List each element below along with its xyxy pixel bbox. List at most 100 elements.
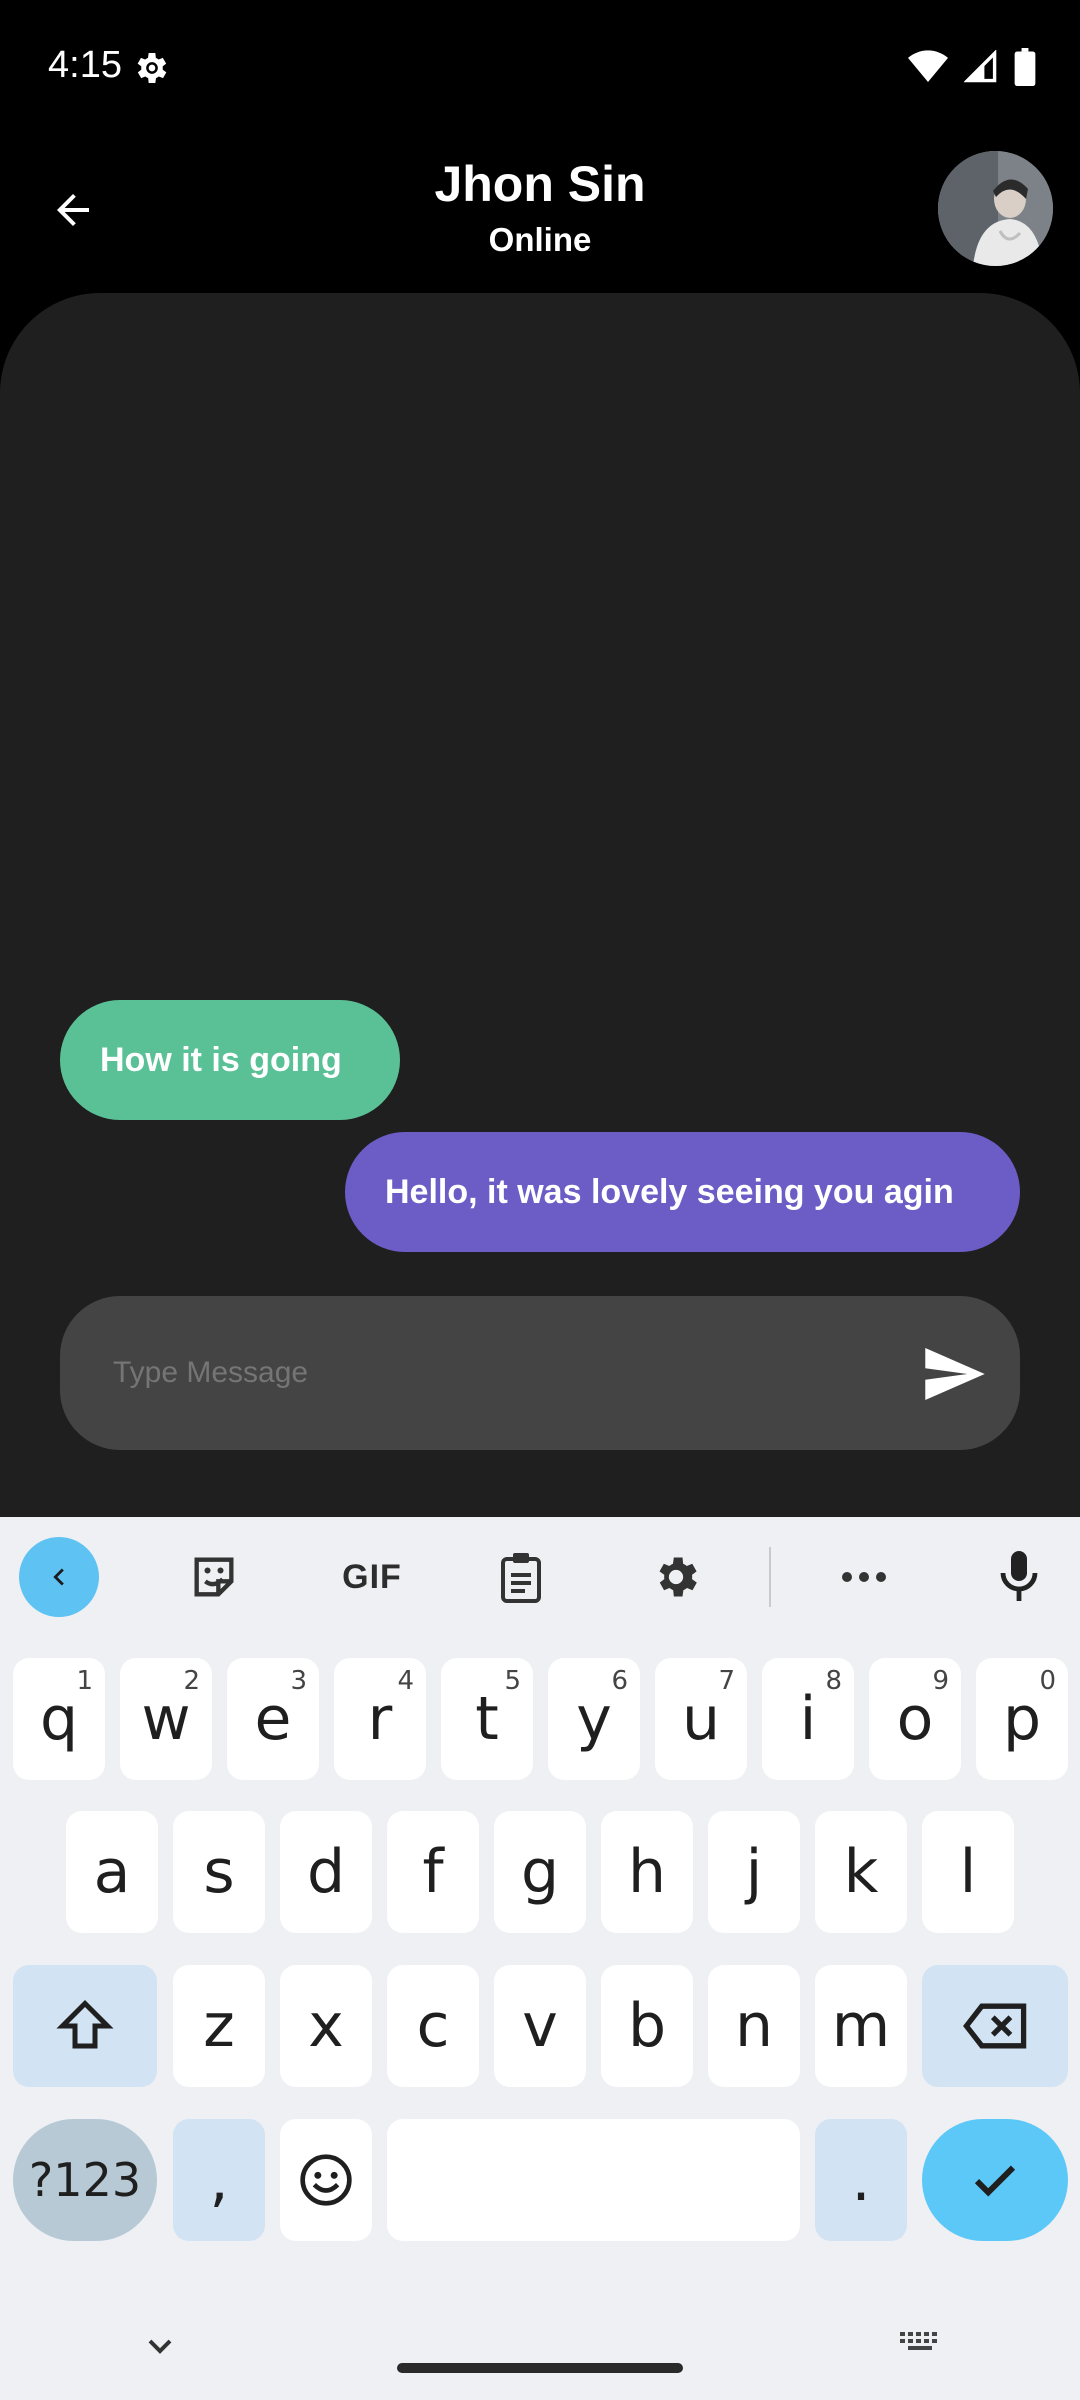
key-number-hint: 1 [76,1666,93,1696]
key-v[interactable]: v [494,1965,586,2087]
key-label: b [627,1991,667,2061]
key-c[interactable]: c [387,1965,479,2087]
key-w[interactable]: w2 [120,1658,212,1780]
key-label: p [1002,1684,1042,1754]
key-label: e [254,1684,292,1754]
soft-keyboard: GIF q1w2e3r4t5y6u7i8o9p0asdfghjklzxcvbnm… [0,1517,1080,2400]
key-h[interactable]: h [601,1811,693,1933]
key-d[interactable]: d [280,1811,372,1933]
comma-key[interactable]: , [173,2119,265,2241]
space-key[interactable] [387,2119,800,2241]
key-number-hint: 7 [718,1666,735,1696]
chat-panel[interactable]: How it is going Hello, it was lovely see… [0,293,1080,1523]
key-number-hint: 9 [932,1666,949,1696]
more-icon [842,1572,886,1582]
key-label: t [475,1684,499,1754]
avatar[interactable] [938,151,1053,266]
key-y[interactable]: y6 [548,1658,640,1780]
wifi-icon [908,50,948,84]
key-p[interactable]: p0 [976,1658,1068,1780]
key-t[interactable]: t5 [441,1658,533,1780]
enter-key[interactable] [922,2119,1068,2241]
key-label: o [896,1684,934,1754]
key-label: g [520,1837,560,1907]
key-k[interactable]: k [815,1811,907,1933]
battery-icon [1014,48,1036,86]
more-button[interactable] [824,1537,904,1617]
toolbar-divider [769,1547,771,1607]
key-x[interactable]: x [280,1965,372,2087]
chat-header: Jhon Sin Online [0,135,1080,295]
key-number-hint: 3 [290,1666,307,1696]
check-icon [974,2165,1016,2197]
key-label: c [416,1991,450,2061]
voice-input-button[interactable] [979,1537,1059,1617]
key-u[interactable]: u7 [655,1658,747,1780]
message-bubble-outgoing[interactable]: Hello, it was lovely seeing you agin [345,1132,1020,1252]
clipboard-button[interactable] [481,1537,561,1617]
clipboard-icon [501,1553,541,1603]
mic-icon [1000,1551,1038,1601]
key-label: x [308,1991,344,2061]
send-button[interactable] [920,1339,990,1409]
hide-keyboard-button[interactable] [140,2326,180,2371]
emoji-icon [300,2154,352,2206]
key-j[interactable]: j [708,1811,800,1933]
keyboard-settings-button[interactable] [636,1537,716,1617]
system-nav-bar [0,2290,1080,2400]
key-l[interactable]: l [922,1811,1014,1933]
key-label: f [422,1837,444,1907]
key-b[interactable]: b [601,1965,693,2087]
period-key[interactable]: . [815,2119,907,2241]
keyboard-back-button[interactable] [19,1537,99,1617]
emoji-key[interactable] [280,2119,372,2241]
contact-name: Jhon Sin [434,156,646,212]
keyboard-switch-button[interactable] [898,2326,944,2365]
key-q[interactable]: q1 [13,1658,105,1780]
key-label: s [203,1837,235,1907]
key-label: i [799,1684,817,1754]
key-z[interactable]: z [173,1965,265,2087]
key-o[interactable]: o9 [869,1658,961,1780]
key-label: z [203,1991,235,2061]
key-i[interactable]: i8 [762,1658,854,1780]
key-label: v [522,1991,558,2061]
chevron-left-icon [53,1568,64,1586]
key-a[interactable]: a [66,1811,158,1933]
key-label: j [745,1837,763,1907]
message-input[interactable] [113,1296,893,1450]
gif-button[interactable]: GIF [327,1537,417,1617]
send-icon [925,1348,985,1400]
key-label: h [627,1837,667,1907]
shift-icon [56,1999,114,2049]
key-label: m [831,1991,891,2061]
key-number-hint: 0 [1039,1666,1056,1696]
key-label: d [306,1837,346,1907]
key-n[interactable]: n [708,1965,800,2087]
message-composer[interactable] [60,1296,1020,1450]
key-label: y [576,1684,612,1754]
contact-status: Online [488,221,592,258]
sticker-button[interactable] [174,1537,254,1617]
chevron-down-icon [148,2339,172,2354]
key-m[interactable]: m [815,1965,907,2087]
symbols-key[interactable]: ?123 [13,2119,157,2241]
key-g[interactable]: g [494,1811,586,1933]
key-label: r [367,1684,393,1754]
keyboard-toolbar: GIF [0,1517,1080,1629]
backspace-key[interactable] [922,1965,1068,2087]
key-label: u [681,1684,721,1754]
backspace-icon [963,2003,1027,2049]
cell-signal-icon [964,50,998,84]
key-r[interactable]: r4 [334,1658,426,1780]
key-number-hint: 6 [611,1666,628,1696]
key-s[interactable]: s [173,1811,265,1933]
shift-key[interactable] [13,1965,157,2087]
home-indicator[interactable] [397,2363,683,2373]
key-f[interactable]: f [387,1811,479,1933]
key-label: a [93,1837,131,1907]
status-time: 4:15 [48,44,122,86]
message-bubble-incoming[interactable]: How it is going [60,1000,400,1120]
key-e[interactable]: e3 [227,1658,319,1780]
sticker-icon [194,1557,234,1597]
